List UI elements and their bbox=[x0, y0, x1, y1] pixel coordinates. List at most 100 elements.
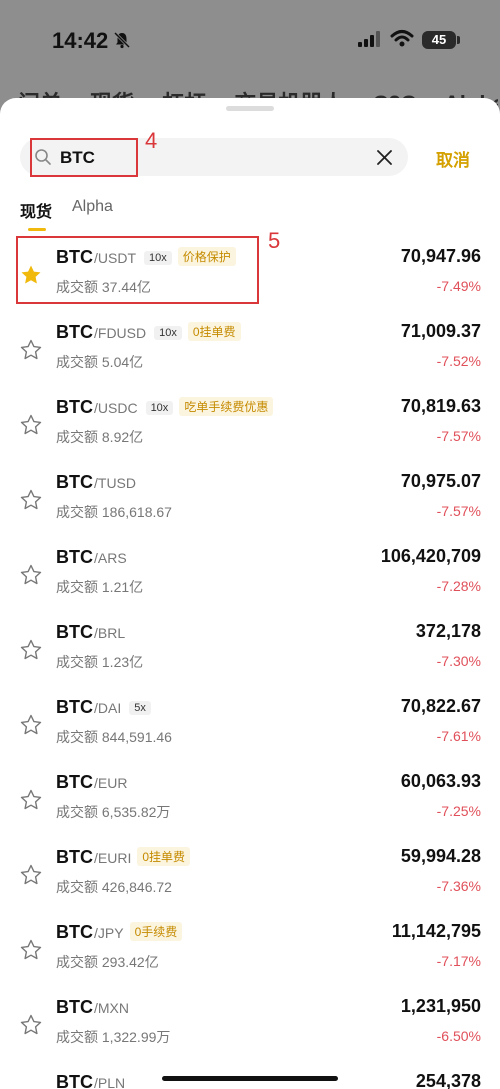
star-outline-icon[interactable] bbox=[20, 864, 42, 886]
pair-row[interactable]: BTC/DAI 5x 成交额 844,591.46 70,822.67 -7.61% bbox=[0, 688, 500, 763]
annotation-label-4: 4 bbox=[145, 128, 158, 153]
home-indicator bbox=[162, 1076, 338, 1081]
pair-name: BTC/EURI 0挂单费 bbox=[56, 847, 191, 868]
volume-text: 成交额 293.42亿 bbox=[56, 954, 159, 970]
leverage-badge: 10x bbox=[154, 326, 182, 340]
wifi-icon bbox=[390, 30, 414, 47]
base-asset: BTC bbox=[56, 922, 93, 942]
price-change: -7.25% bbox=[436, 803, 481, 819]
pair-row[interactable]: BTC/EUR 成交额 6,535.82万 60,063.93 -7.25% bbox=[0, 763, 500, 838]
price-change: -7.36% bbox=[436, 878, 481, 894]
pair-name: BTC/FDUSD 10x 0挂单费 bbox=[56, 322, 241, 343]
base-asset: BTC bbox=[56, 472, 93, 492]
status-bar: 14:42 45 bbox=[0, 0, 500, 80]
last-price: 11,142,795 bbox=[391, 921, 481, 941]
volume-text: 成交额 6,535.82万 bbox=[56, 804, 171, 820]
base-asset: BTC bbox=[56, 547, 93, 567]
pair-row[interactable]: BTC/TUSD 成交额 186,618.67 70,975.07 -7.57% bbox=[0, 463, 500, 538]
pair-name: BTC/PLN bbox=[56, 1072, 125, 1089]
base-asset: BTC bbox=[56, 1072, 93, 1089]
pair-row[interactable]: BTC/BRL 成交额 1.23亿 372,178 -7.30% bbox=[0, 613, 500, 688]
base-asset: BTC bbox=[56, 697, 93, 717]
volume-text: 成交额 1,322.99万 bbox=[56, 1029, 171, 1045]
price-change: -7.61% bbox=[436, 728, 481, 744]
search-sheet: 取消 现货 Alpha BTC/USDT10x价格保护成交额 37.44亿70,… bbox=[0, 98, 500, 1089]
battery-indicator: 45 bbox=[422, 31, 456, 49]
base-asset: BTC bbox=[56, 622, 93, 642]
bell-muted-icon bbox=[113, 31, 131, 49]
star-outline-icon[interactable] bbox=[20, 639, 42, 661]
last-price: 372,178 bbox=[415, 621, 481, 641]
last-price: 106,420,709 bbox=[380, 546, 481, 566]
pair-row[interactable]: BTC/FDUSD 10x 0挂单费 成交额 5.04亿 71,009.37 -7.52% bbox=[0, 313, 500, 388]
pair-name: BTC/TUSD bbox=[56, 472, 136, 493]
volume-text: 成交额 5.04亿 bbox=[56, 354, 144, 370]
quote-asset: /PLN bbox=[94, 1075, 126, 1089]
star-outline-icon[interactable] bbox=[20, 339, 42, 361]
star-outline-icon[interactable] bbox=[20, 1014, 42, 1036]
base-asset: BTC bbox=[56, 997, 93, 1017]
star-outline-icon[interactable] bbox=[20, 714, 42, 736]
tab-spot[interactable]: 现货 bbox=[20, 198, 52, 222]
pair-name: BTC/BRL bbox=[56, 622, 125, 643]
quote-asset: /EUR bbox=[94, 775, 128, 791]
pair-list: BTC/USDT 10x 价格保护 成交额 37.44亿 70,947.96 -7.49%… bbox=[0, 238, 500, 1089]
last-price: 71,009.37 bbox=[400, 321, 481, 341]
quote-asset: /EURI bbox=[94, 850, 132, 866]
quote-asset: /DAI bbox=[94, 700, 122, 716]
star-outline-icon[interactable] bbox=[20, 939, 42, 961]
price-change: -7.57% bbox=[436, 503, 481, 519]
sheet-grabber[interactable] bbox=[226, 106, 274, 111]
pair-row[interactable]: BTC/JPY 0手续费成交额 293.42亿 11,142,795 -7.17% bbox=[0, 913, 500, 988]
pair-name: BTC/EUR bbox=[56, 772, 127, 793]
last-price: 254,378 bbox=[415, 1071, 481, 1089]
base-asset: BTC bbox=[56, 772, 93, 792]
price-change: -7.52% bbox=[436, 353, 481, 369]
pair-name: BTC/MXN bbox=[56, 997, 129, 1018]
quote-asset: /JPY bbox=[94, 925, 124, 941]
base-asset: BTC bbox=[56, 847, 93, 867]
pair-row[interactable]: BTC/MXN 成交额 1,322.99万 1,231,950 -6.50% bbox=[0, 988, 500, 1063]
leverage-badge: 5x bbox=[129, 701, 151, 715]
last-price: 1,231,950 bbox=[400, 996, 481, 1016]
last-price: 70,819.63 bbox=[400, 396, 481, 416]
quote-asset: /MXN bbox=[94, 1000, 129, 1016]
pair-row[interactable]: BTC/EURI 0挂单费 成交额 426,846.72 59,994.28 -7.36… bbox=[0, 838, 500, 913]
volume-text: 成交额 1.21亿 bbox=[56, 579, 144, 595]
price-change: -6.50% bbox=[436, 1028, 481, 1044]
pair-name: BTC/USDC 10x 吃单手续费优惠 bbox=[56, 397, 274, 418]
pair-row[interactable]: BTC/USDC 10x 吃单手续费优惠 成交额 8.92亿 70,819.63 -7.5… bbox=[0, 388, 500, 463]
promo-tag: 0挂单费 bbox=[187, 322, 241, 341]
clear-icon[interactable] bbox=[377, 150, 392, 165]
star-outline-icon[interactable] bbox=[20, 414, 42, 436]
cancel-button[interactable]: 取消 bbox=[436, 146, 470, 171]
volume-text: 成交额 8.92亿 bbox=[56, 429, 144, 445]
price-change: -7.28% bbox=[436, 578, 481, 594]
quote-asset: /FDUSD bbox=[94, 325, 147, 341]
battery-tip bbox=[457, 36, 460, 44]
status-time: 14:42 bbox=[52, 28, 109, 53]
pair-row[interactable]: BTC/ARS 成交额 1.21亿 106,420,709 -7.28% bbox=[0, 538, 500, 613]
quote-asset: /USDC bbox=[94, 400, 138, 416]
last-price: 70,822.67 bbox=[400, 696, 481, 716]
annotation-box-first-row bbox=[16, 236, 259, 304]
price-change: -7.30% bbox=[436, 653, 481, 669]
quote-asset: /TUSD bbox=[94, 475, 136, 491]
active-tab-indicator bbox=[28, 228, 46, 231]
volume-text: 成交额 186,618.67 bbox=[56, 504, 172, 520]
price-change: -7.17% bbox=[436, 953, 481, 969]
annotation-label-5: 5 bbox=[268, 228, 281, 253]
price-change: -7.49% bbox=[436, 278, 481, 294]
pair-name: BTC/DAI 5x bbox=[56, 697, 151, 718]
pair-name: BTC/ARS bbox=[56, 547, 127, 568]
last-price: 60,063.93 bbox=[400, 771, 481, 791]
last-price: 59,994.28 bbox=[400, 846, 481, 866]
cellular-signal-icon bbox=[358, 31, 380, 47]
promo-tag: 0手续费 bbox=[129, 922, 183, 941]
star-outline-icon[interactable] bbox=[20, 489, 42, 511]
tab-alpha[interactable]: Alpha bbox=[72, 198, 113, 216]
annotation-box-search bbox=[30, 138, 138, 177]
star-outline-icon[interactable] bbox=[20, 789, 42, 811]
star-outline-icon[interactable] bbox=[20, 564, 42, 586]
quote-asset: /BRL bbox=[94, 625, 126, 641]
